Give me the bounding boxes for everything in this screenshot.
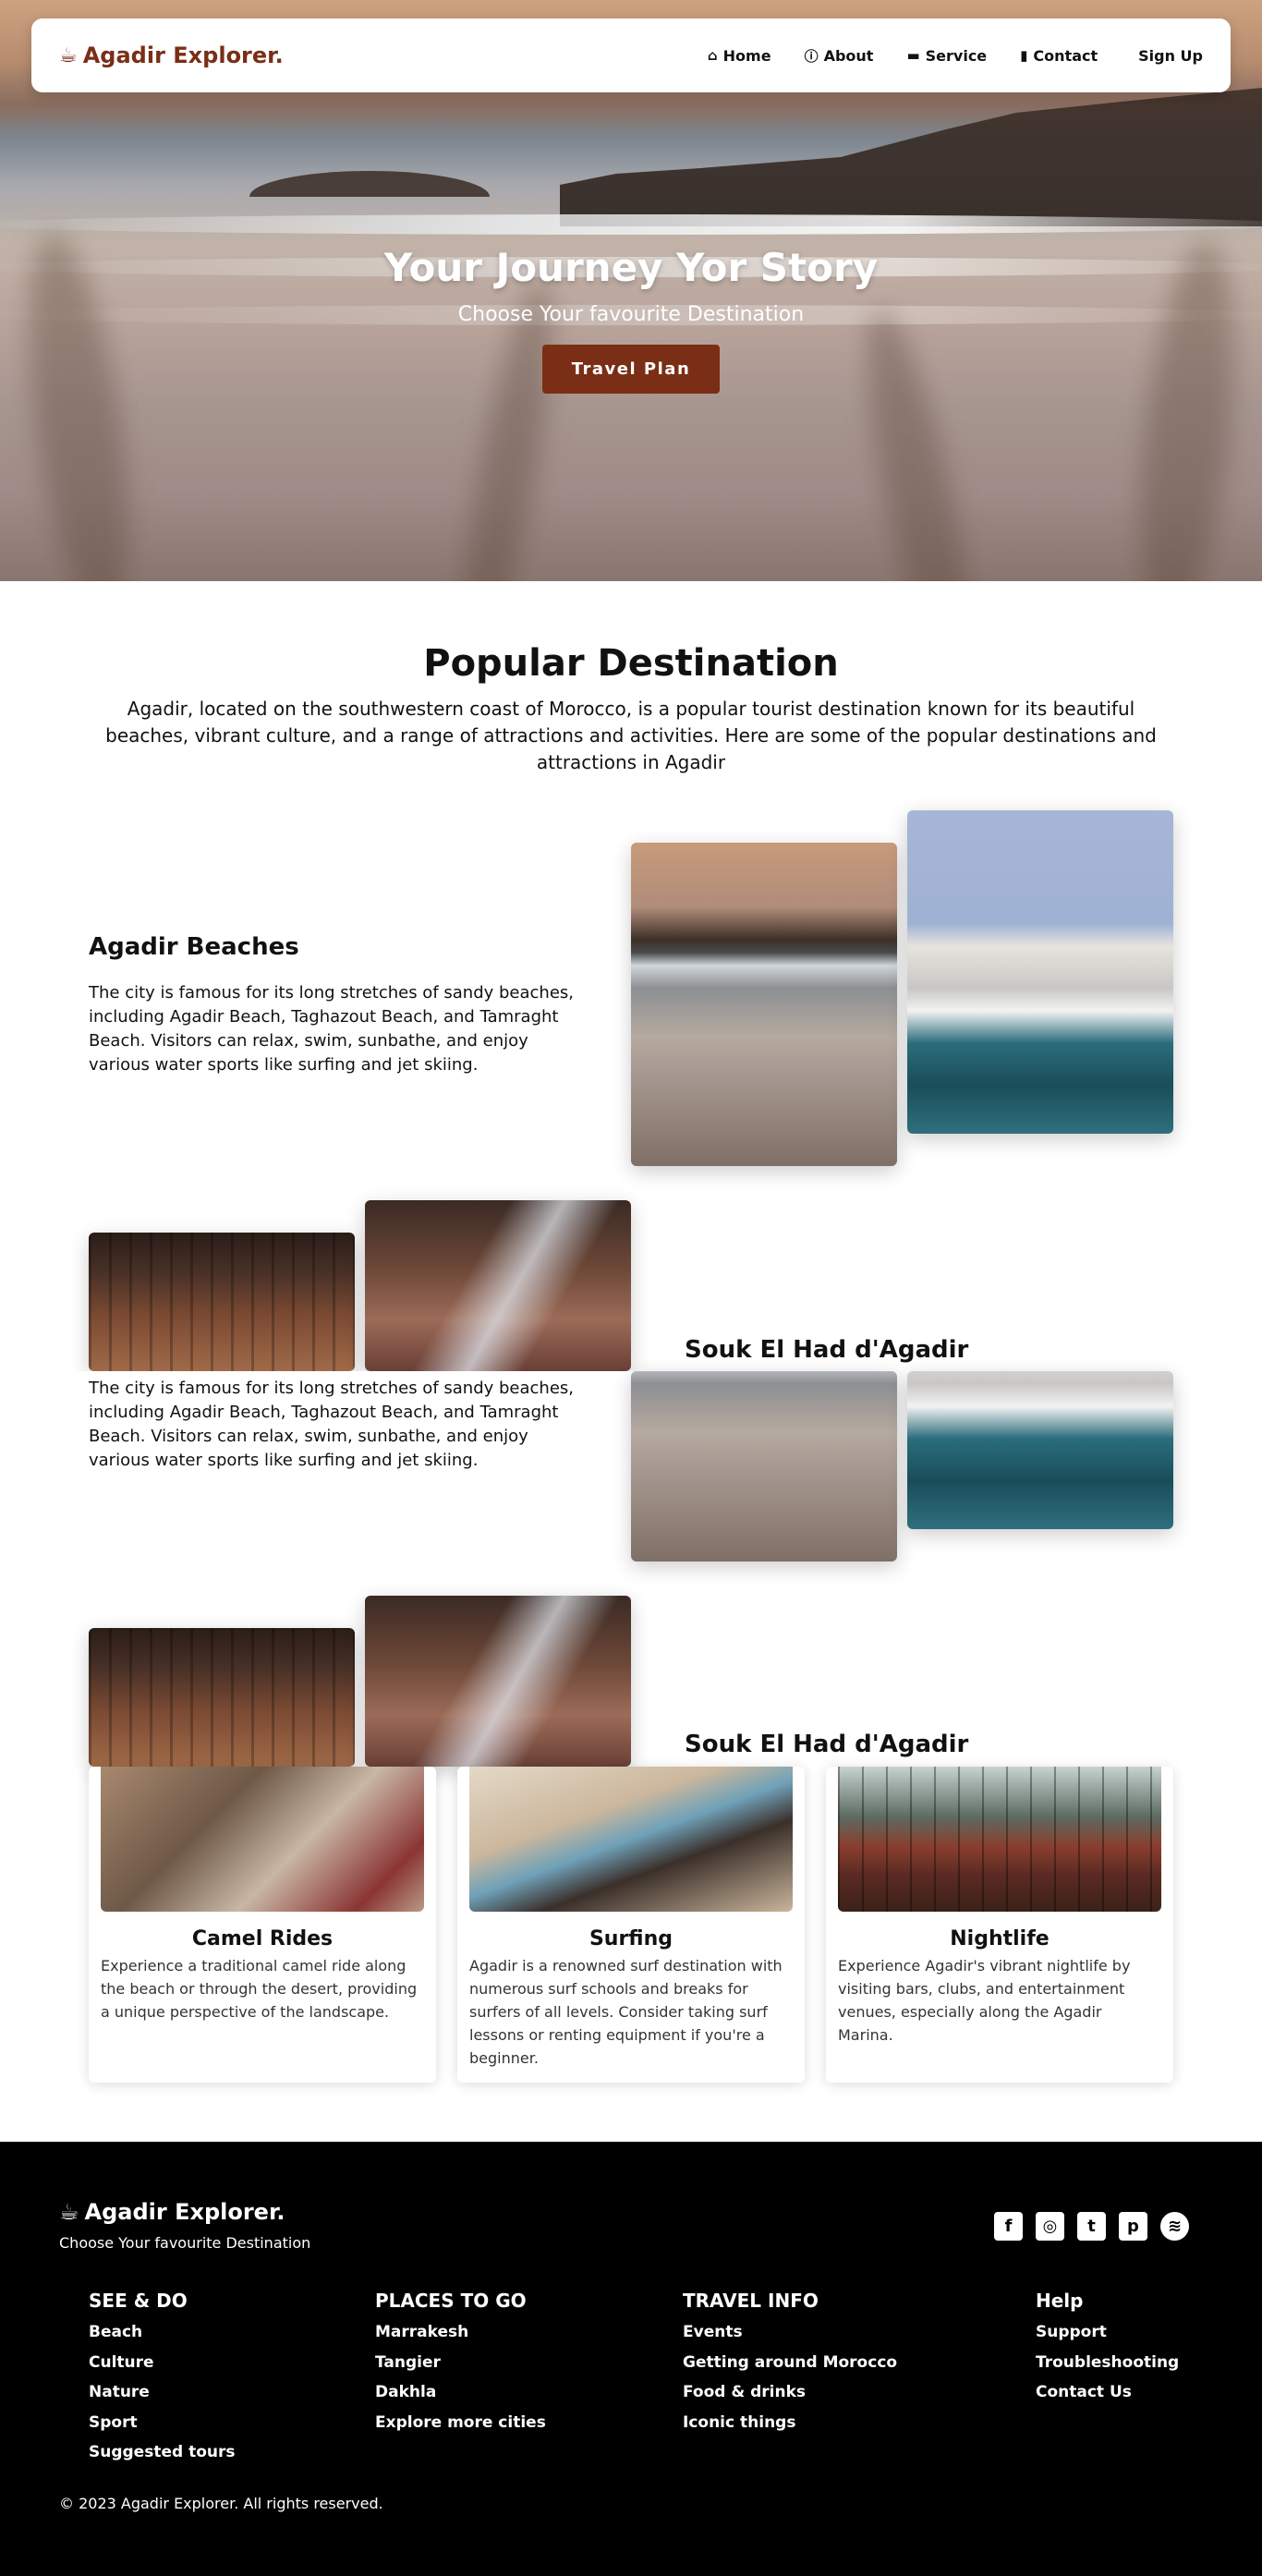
- footer-link[interactable]: Marrakesh: [375, 2317, 546, 2348]
- footer-tagline: Choose Your favourite Destination: [59, 2234, 311, 2252]
- travel-plan-button[interactable]: Travel Plan: [541, 345, 721, 394]
- contact-card-icon: ▮: [1020, 47, 1028, 64]
- footer-link[interactable]: Iconic things: [683, 2408, 897, 2438]
- destination-title: Agadir Beaches: [89, 933, 299, 961]
- popular-intro: Agadir, located on the southwestern coas…: [105, 698, 1157, 773]
- nav-about-label: About: [823, 46, 874, 65]
- footer-link[interactable]: Sport: [89, 2408, 236, 2438]
- footer-link[interactable]: Tangier: [375, 2348, 546, 2378]
- instagram-icon[interactable]: ◎: [1036, 2212, 1064, 2241]
- popular-section: Popular Destination Agadir, located on t…: [0, 581, 1262, 776]
- spotify-icon[interactable]: ≋: [1160, 2212, 1189, 2241]
- footer-brand-name: Agadir Explorer.: [84, 2199, 285, 2225]
- hero-islet: [249, 171, 490, 197]
- souk-lamps-photo: [365, 1596, 631, 1767]
- card-title: Camel Rides: [191, 1927, 334, 1950]
- pinterest-icon[interactable]: p: [1119, 2212, 1147, 2241]
- card-text: Agadir is a renowned surf destination wi…: [469, 1957, 783, 2067]
- footer-column-places: PLACES TO GO Marrakesh Tangier Dakhla Ex…: [375, 2290, 546, 2437]
- nav-about[interactable]: ⓘ About: [805, 46, 874, 66]
- footer-link[interactable]: Food & drinks: [683, 2377, 897, 2408]
- nightlife-photo: [838, 1767, 1161, 1912]
- camel-photo: [101, 1767, 424, 1912]
- briefcase-icon: ▬: [906, 47, 920, 64]
- footer-link[interactable]: Troubleshooting: [1036, 2348, 1179, 2378]
- nav-home[interactable]: ⌂ Home: [708, 47, 771, 65]
- activity-card[interactable]: Camel Rides Experience a traditional cam…: [89, 1767, 436, 2083]
- card-title: Nightlife: [950, 1927, 1050, 1950]
- nav-contact-label: Contact: [1033, 46, 1098, 65]
- footer-column-help: Help Support Troubleshooting Contact Us: [1036, 2290, 1179, 2408]
- footer: ☕ Agadir Explorer. Choose Your favourite…: [0, 2142, 1262, 2576]
- steam-cup-icon: ☕: [59, 2199, 79, 2225]
- social-links: f ◎ t p ≋: [994, 2212, 1189, 2241]
- nav-service-label: Service: [925, 46, 988, 65]
- footer-heading: TRAVEL INFO: [683, 2290, 819, 2312]
- marina-photo: [907, 810, 1173, 1134]
- hero-shoreline: [560, 88, 1262, 226]
- footer-link[interactable]: Getting around Morocco: [683, 2348, 897, 2378]
- navbar: ☕ Agadir Explorer. ⌂ Home ⓘ About ▬ Serv…: [31, 18, 1231, 92]
- destination-title: Souk El Had d'Agadir: [685, 1336, 969, 1364]
- footer-link[interactable]: Suggested tours: [89, 2437, 236, 2468]
- footer-column-see-do: SEE & DO Beach Culture Nature Sport Sugg…: [89, 2290, 236, 2468]
- footer-link[interactable]: Explore more cities: [375, 2408, 546, 2438]
- twitter-icon[interactable]: t: [1077, 2212, 1106, 2241]
- nav-contact[interactable]: ▮ Contact: [1020, 47, 1098, 65]
- nav-links: ⌂ Home ⓘ About ▬ Service ▮ Contact Sign …: [708, 46, 1203, 66]
- footer-link[interactable]: Support: [1036, 2317, 1179, 2348]
- footer-link[interactable]: Dakhla: [375, 2377, 546, 2408]
- copyright: © 2023 Agadir Explorer. All rights reser…: [59, 2495, 383, 2512]
- footer-link[interactable]: Culture: [89, 2348, 236, 2378]
- footer-heading: Help: [1036, 2290, 1084, 2312]
- hero-subtitle: Choose Your favourite Destination: [457, 303, 805, 326]
- hero-title: Your Journey Yor Story: [383, 245, 879, 290]
- nav-service[interactable]: ▬ Service: [906, 47, 987, 65]
- souk-interior-photo: [89, 1628, 355, 1767]
- card-text: Experience Agadir's vibrant nightlife by…: [838, 1957, 1131, 2044]
- beach-photo: [631, 1371, 897, 1561]
- footer-link[interactable]: Contact Us: [1036, 2377, 1179, 2408]
- souk-lamps-photo: [365, 1200, 631, 1371]
- souk-interior-photo: [89, 1233, 355, 1371]
- footer-heading: PLACES TO GO: [375, 2290, 527, 2312]
- info-icon: ⓘ: [804, 47, 819, 65]
- footer-column-travel-info: TRAVEL INFO Events Getting around Morocc…: [683, 2290, 897, 2437]
- popular-title: Popular Destination: [423, 642, 839, 685]
- destination-text: The city is famous for its long stretche…: [89, 983, 574, 1075]
- hero-section: ☕ Agadir Explorer. ⌂ Home ⓘ About ▬ Serv…: [0, 0, 1262, 581]
- footer-link[interactable]: Events: [683, 2317, 897, 2348]
- destination-text: The city is famous for its long stretche…: [89, 1379, 574, 1470]
- home-icon: ⌂: [707, 47, 718, 64]
- footer-link[interactable]: Nature: [89, 2377, 236, 2408]
- surfing-photo: [469, 1767, 793, 1912]
- signup-button[interactable]: Sign Up: [1138, 47, 1203, 65]
- hero-content: Your Journey Yor Story Choose Your favou…: [0, 245, 1262, 394]
- beach-photo: [631, 843, 897, 1166]
- marina-photo: [907, 1371, 1173, 1529]
- brand-name: Agadir Explorer.: [82, 43, 284, 68]
- facebook-icon[interactable]: f: [994, 2212, 1023, 2241]
- activity-card[interactable]: Surfing Agadir is a renowned surf destin…: [457, 1767, 805, 2083]
- footer-link[interactable]: Beach: [89, 2317, 236, 2348]
- brand-logo[interactable]: ☕ Agadir Explorer.: [59, 43, 284, 68]
- destination-title: Souk El Had d'Agadir: [685, 1731, 969, 1758]
- activity-card[interactable]: Nightlife Experience Agadir's vibrant ni…: [826, 1767, 1173, 2083]
- card-title: Surfing: [589, 1927, 673, 1950]
- hero-wave: [0, 214, 1262, 235]
- footer-heading: SEE & DO: [89, 2290, 188, 2312]
- card-text: Experience a traditional camel ride alon…: [101, 1957, 418, 2021]
- footer-brand[interactable]: ☕ Agadir Explorer.: [59, 2199, 285, 2225]
- steam-cup-icon: ☕: [59, 43, 78, 67]
- nav-home-label: Home: [722, 46, 771, 65]
